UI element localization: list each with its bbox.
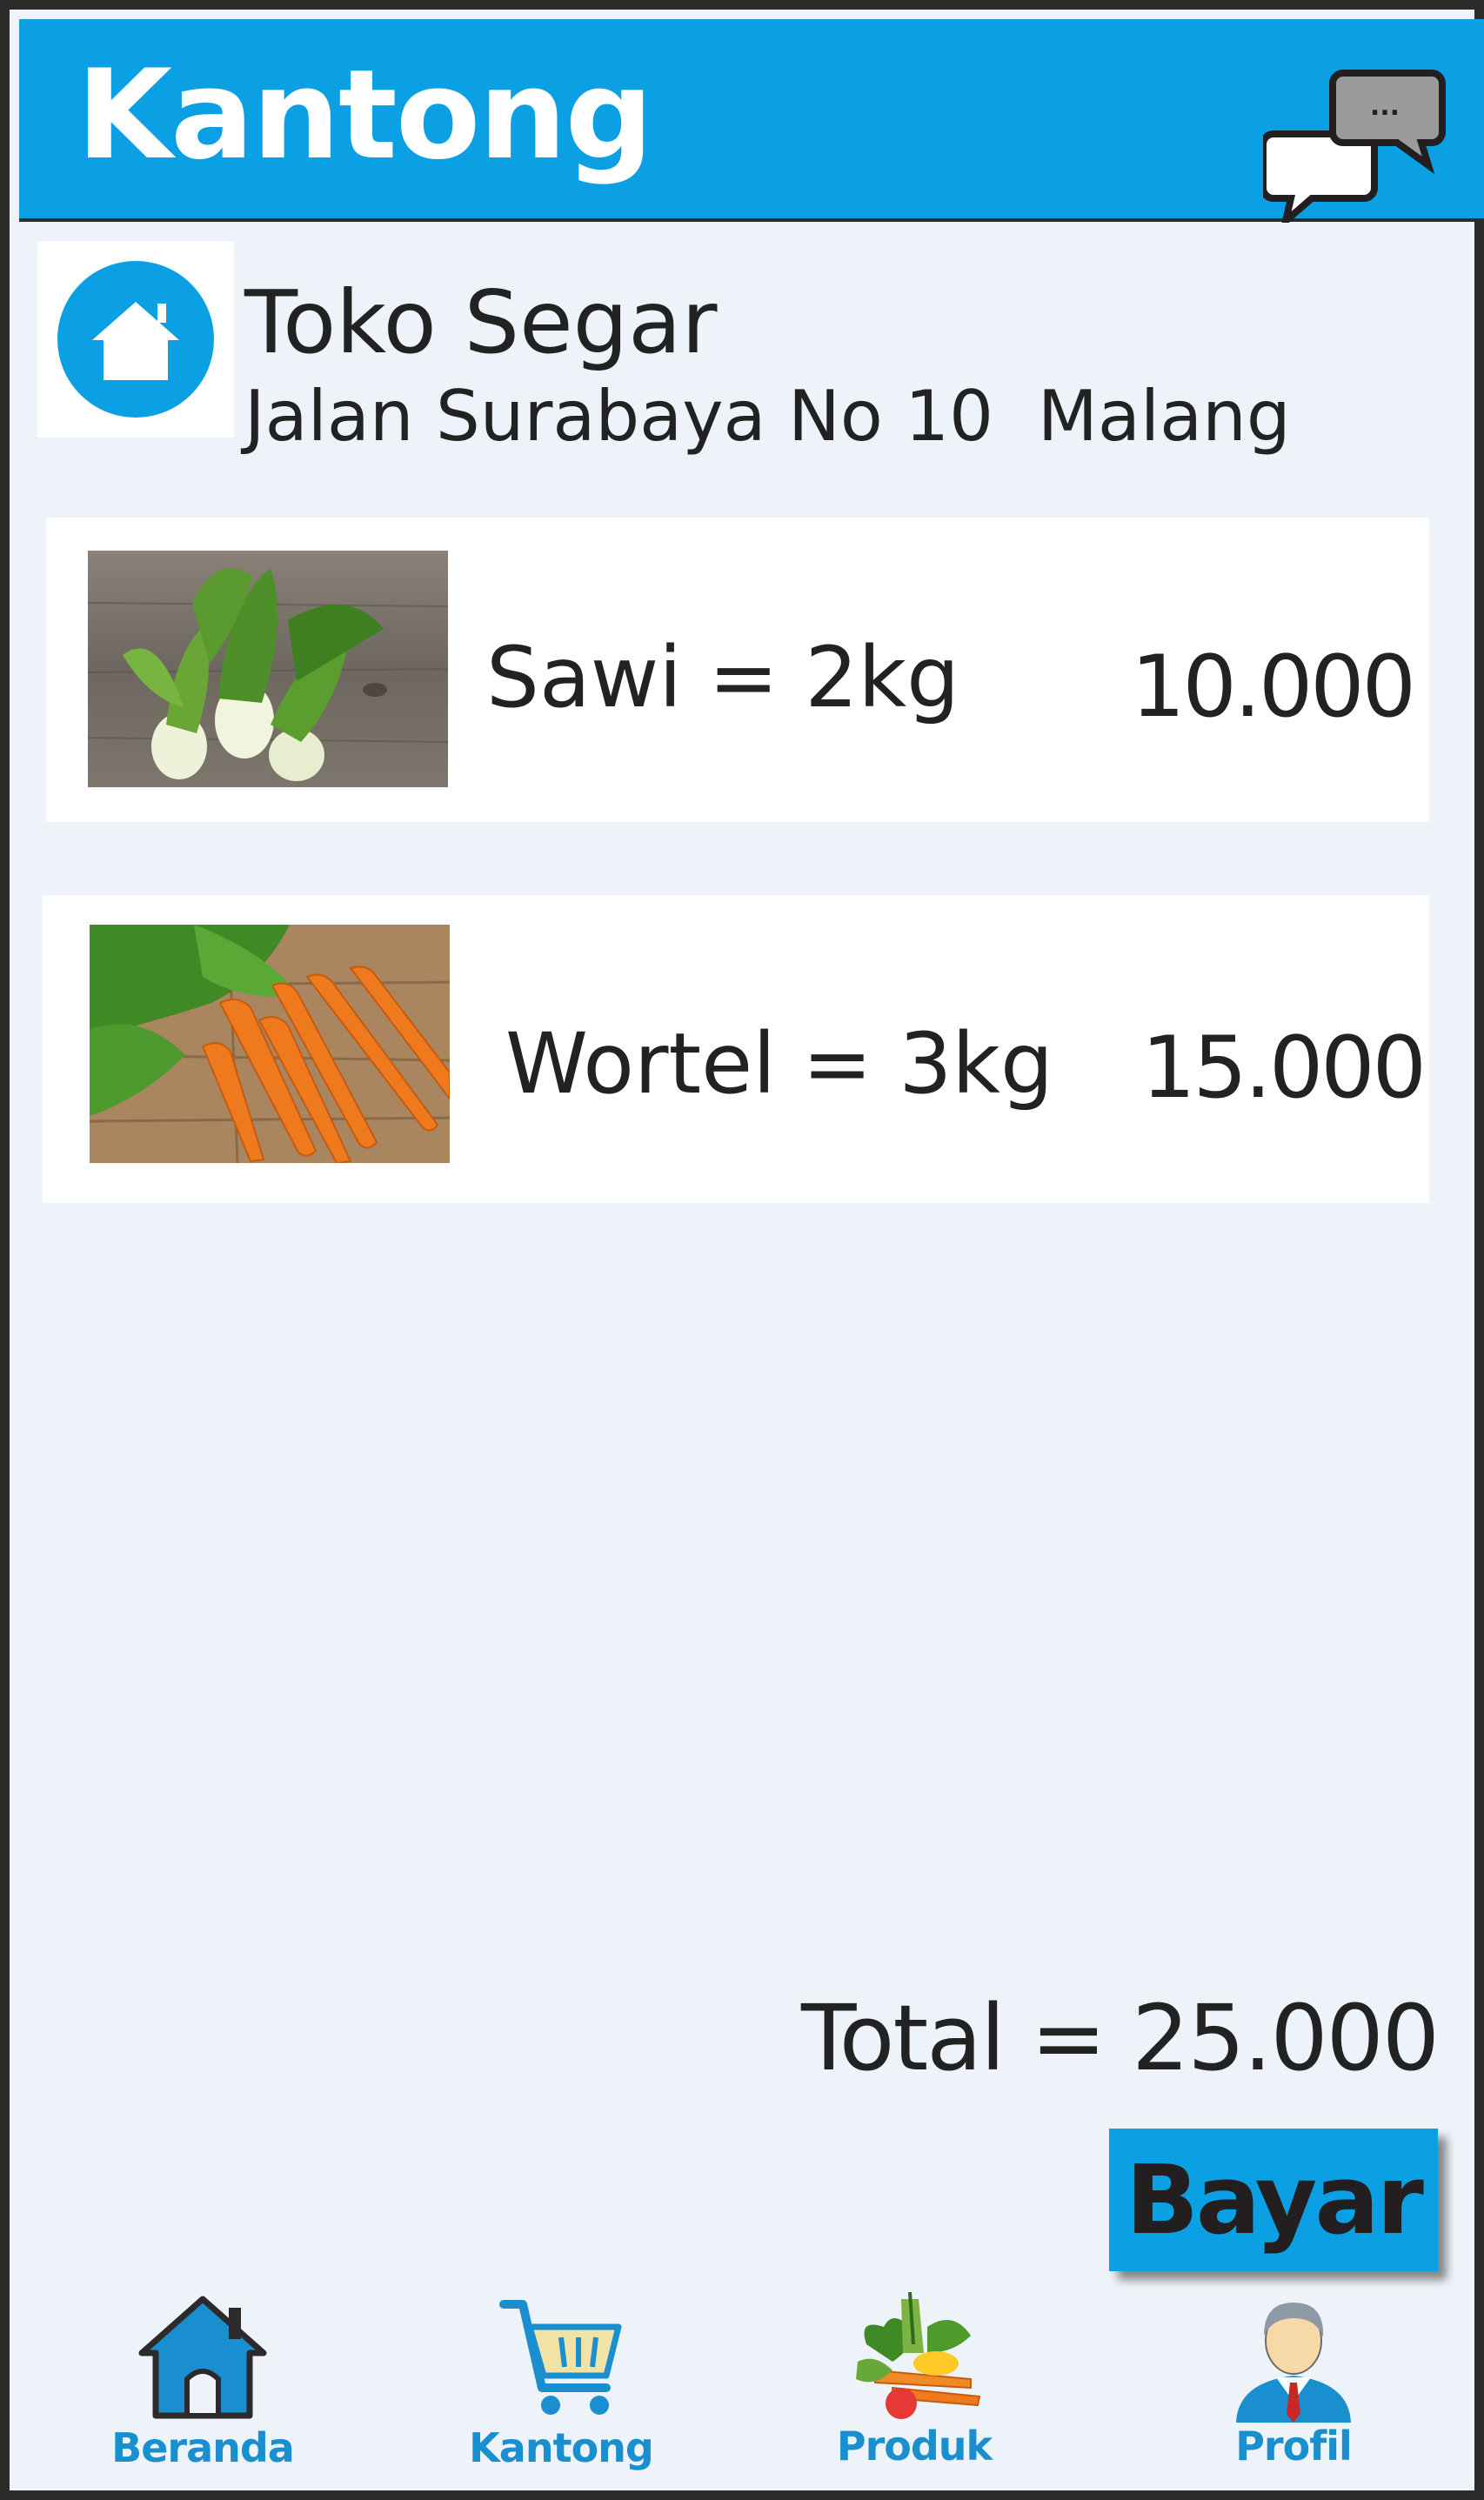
cart-item[interactable]: Wortel = 3kg 15.000 [43,895,1429,1203]
user-icon [1236,2303,1351,2423]
page-title: Kantong [77,43,653,187]
item-price: 10.000 [1131,638,1416,737]
vegetables-icon [856,2292,981,2419]
app-frame: Kantong ... Toko Segar Jalan Surabaya No… [0,0,1484,2500]
nav-item-produk[interactable]: Produk [819,2292,1010,2466]
carrots-photo [90,925,450,1163]
nav-label: Profil [1235,2423,1353,2470]
nav-item-profil[interactable]: Profil [1198,2292,1389,2466]
cart-total: Total = 25.000 [800,1985,1440,2091]
app-header: Kantong ... [19,19,1484,231]
chat-button[interactable]: ... [1260,57,1454,231]
nav-label: Produk [836,2423,993,2470]
nav-item-beranda[interactable]: Beranda [107,2292,298,2468]
nav-label: Beranda [111,2424,295,2471]
chat-bubbles-icon: ... [1260,70,1446,231]
nav-item-kantong[interactable]: Kantong [465,2292,657,2468]
bok-choy-photo [88,551,448,787]
store-name: Toko Segar [244,271,718,373]
cart-item[interactable]: Sawi = 2kg 10.000 [46,518,1429,822]
cart-icon [499,2300,622,2415]
home-icon [57,261,214,418]
item-name: Wortel = 3kg [505,1015,1053,1113]
home-icon [138,2296,267,2419]
item-price: 15.000 [1141,1019,1427,1118]
nav-label: Kantong [469,2424,654,2471]
store-avatar [37,241,234,438]
store-address: Jalan Surabaya No 10 Malang [244,376,1291,457]
item-name: Sawi = 2kg [486,629,960,726]
pay-button[interactable]: Bayar [1109,2129,1438,2271]
chat-dots: ... [1370,91,1400,122]
